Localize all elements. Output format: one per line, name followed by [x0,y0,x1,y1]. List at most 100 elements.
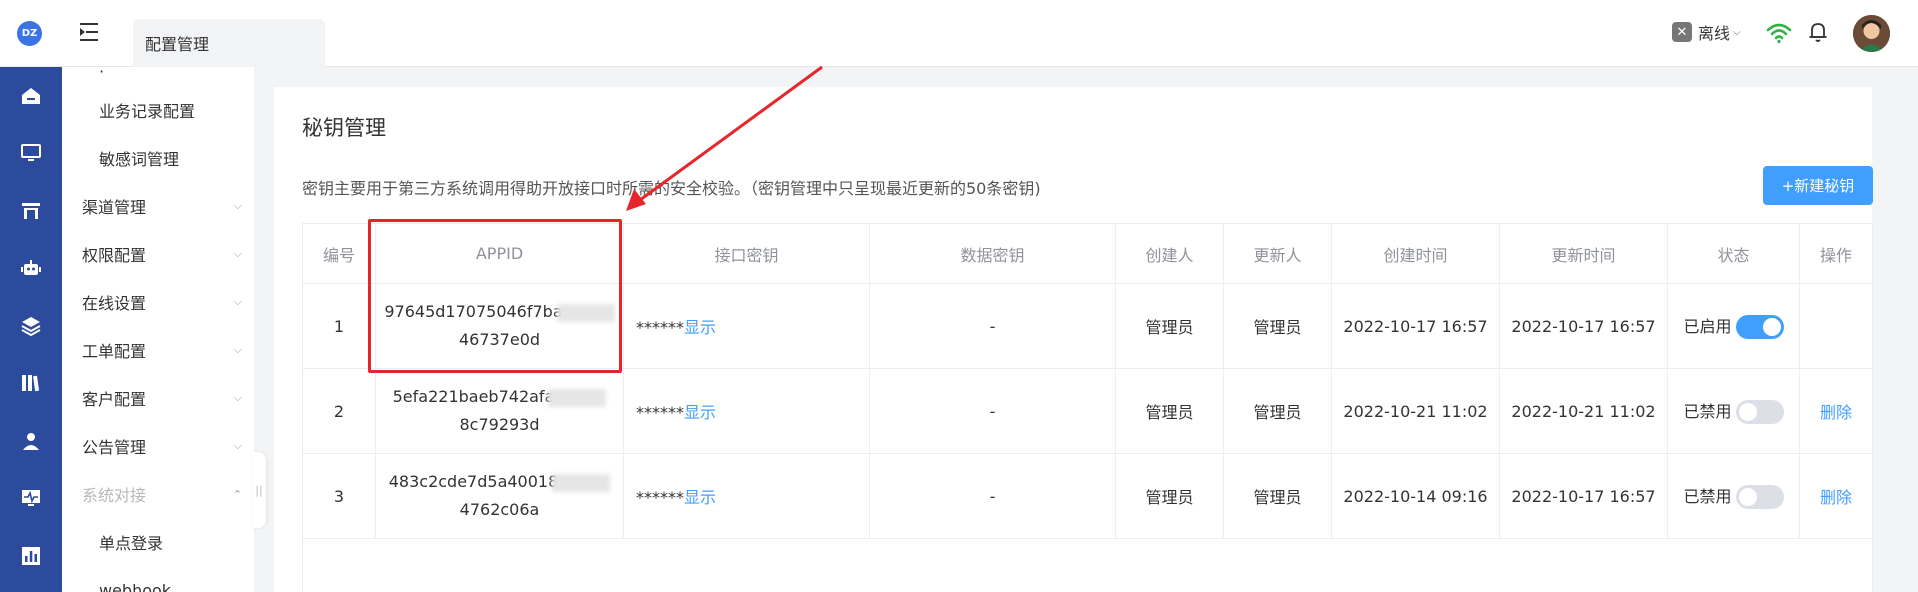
column-header-api-key: 接口密钥 [623,223,870,284]
status-label: 已禁用 [1683,486,1732,506]
row-number: 1 [302,283,376,369]
menu-toggle-icon[interactable] [80,23,102,41]
updated-time-cell: 2022-10-17 16:57 [1499,453,1668,539]
chevron-down-icon: ⌵ [233,391,242,404]
show-key-link[interactable]: 显示 [684,318,716,337]
updated-time-cell: 2022-10-21 11:02 [1499,368,1668,454]
show-key-link[interactable]: 显示 [684,488,716,507]
bar-chart-icon[interactable] [19,544,43,568]
monitor-pulse-icon[interactable] [19,486,43,510]
tab-config-management[interactable]: 配置管理 [133,19,325,67]
sidebar-item-customers[interactable]: 客户配置 ⌵ [62,374,254,422]
appid-cell: 483c2cde7d5a40018 4762c06a [375,453,624,539]
monitor-icon[interactable] [19,141,43,165]
redaction-blur [548,388,607,407]
sidebar-item-permissions[interactable]: 权限配置 ⌵ [62,230,254,278]
created-time-cell: 2022-10-21 11:02 [1331,368,1500,454]
column-header-created-time: 创建时间 [1331,223,1500,284]
status-label: 离线 [1698,24,1731,43]
status-toggle[interactable] [1735,485,1784,510]
table-row: 2 5efa221baeb742afa 8c79293d ******显示 - 管… [302,368,1873,454]
offline-icon: ✕ [1672,22,1692,42]
column-header-creator: 创建人 [1115,223,1224,284]
appid-line1: 5efa221baeb742afa [392,387,555,406]
online-status-dropdown[interactable]: ✕ 离线 ⌵ [1672,20,1741,44]
created-time-cell: 2022-10-14 09:16 [1331,453,1500,539]
home-icon[interactable] [19,84,43,108]
sidebar-item-sso[interactable]: 单点登录 [62,518,254,566]
status-cell: 已禁用 [1667,453,1800,539]
top-bar: DZ 配置管理 ✕ 离线 ⌵ [0,0,1918,67]
layers-icon[interactable] [19,314,43,338]
sidebar-item-online-settings[interactable]: 在线设置 ⌵ [62,278,254,326]
status-label: 已禁用 [1683,401,1732,421]
chevron-up-icon: ⌃ [232,487,242,501]
bell-icon[interactable] [1806,20,1830,44]
column-header-updater: 更新人 [1223,223,1332,284]
sidebar-item-webhook[interactable]: webhook [62,566,254,592]
sidebar-item-system-integration[interactable]: 系统对接 ⌃ [62,470,254,518]
masked-key: ****** [636,318,684,337]
status-toggle[interactable] [1735,315,1784,340]
sidebar-item-business-record[interactable]: 业务记录配置 [62,86,254,134]
robot-icon[interactable] [19,256,43,280]
column-header-updated-time: 更新时间 [1499,223,1668,284]
app-logo[interactable]: DZ [17,21,42,46]
wifi-icon [1766,23,1792,44]
column-header-actions: 操作 [1799,223,1873,284]
data-key-cell: - [869,453,1116,539]
status-toggle[interactable] [1735,400,1784,425]
data-key-cell: - [869,368,1116,454]
api-key-cell: ******显示 [623,453,870,539]
user-icon[interactable] [19,429,43,453]
appid-line2: 4762c06a [459,500,540,519]
chevron-down-icon: ⌵ [233,439,242,452]
chevron-down-icon: ⌵ [233,295,242,308]
updater-cell: 管理员 [1223,368,1332,454]
updater-cell: 管理员 [1223,453,1332,539]
page-description: 密钥主要用于第三方系统调用得助开放接口时所需的安全校验。（密钥管理中只呈现最近更… [302,179,1041,198]
api-key-cell: ******显示 [623,368,870,454]
appid-cell: 5efa221baeb742afa 8c79293d [375,368,624,454]
creator-cell: 管理员 [1115,283,1224,369]
action-cell: 删除 [1799,453,1873,539]
store-icon[interactable] [19,199,43,223]
row-number: 2 [302,368,376,454]
chevron-down-icon: ⌵ [1733,26,1741,38]
table-empty-row [302,538,1873,592]
row-number: 3 [302,453,376,539]
show-key-link[interactable]: 显示 [684,403,716,422]
sidebar-item-announcements[interactable]: 公告管理 ⌵ [62,422,254,470]
status-cell: 已启用 [1667,283,1800,369]
delete-link[interactable]: 删除 [1820,488,1852,507]
new-secret-key-button[interactable]: +新建秘钥 [1763,166,1873,205]
icon-rail [0,67,62,592]
creator-cell: 管理员 [1115,453,1224,539]
chevron-down-icon: ⌵ [233,247,242,260]
redaction-blur [552,473,611,492]
table-row: 3 483c2cde7d5a40018 4762c06a ******显示 - 管… [302,453,1873,539]
delete-link[interactable]: 删除 [1820,403,1852,422]
chevron-down-icon: ⌵ [233,343,242,356]
action-cell [1799,283,1873,369]
column-header-status: 状态 [1667,223,1800,284]
annotation-highlight-box [368,219,622,373]
sidebar-collapse-handle[interactable]: || [252,452,266,528]
books-icon[interactable] [19,371,43,395]
appid-line1: 483c2cde7d5a40018 [388,472,559,491]
created-time-cell: 2022-10-17 16:57 [1331,283,1500,369]
updated-time-cell: 2022-10-17 16:57 [1499,283,1668,369]
status-label: 已启用 [1683,316,1732,336]
user-avatar[interactable] [1853,15,1890,52]
column-header-data-key: 数据密钥 [869,223,1116,284]
appid-line2: 8c79293d [459,415,540,434]
masked-key: ****** [636,403,684,422]
status-cell: 已禁用 [1667,368,1800,454]
sidebar-item-channels[interactable]: 渠道管理 ⌵ [62,182,254,230]
chevron-down-icon: ⌵ [233,199,242,212]
sidebar-item-sensitive-words[interactable]: 敏感词管理 [62,134,254,182]
page-title: 秘钥管理 [302,116,386,140]
data-key-cell: - [869,283,1116,369]
sidebar-item-tickets[interactable]: 工单配置 ⌵ [62,326,254,374]
api-key-cell: ******显示 [623,283,870,369]
